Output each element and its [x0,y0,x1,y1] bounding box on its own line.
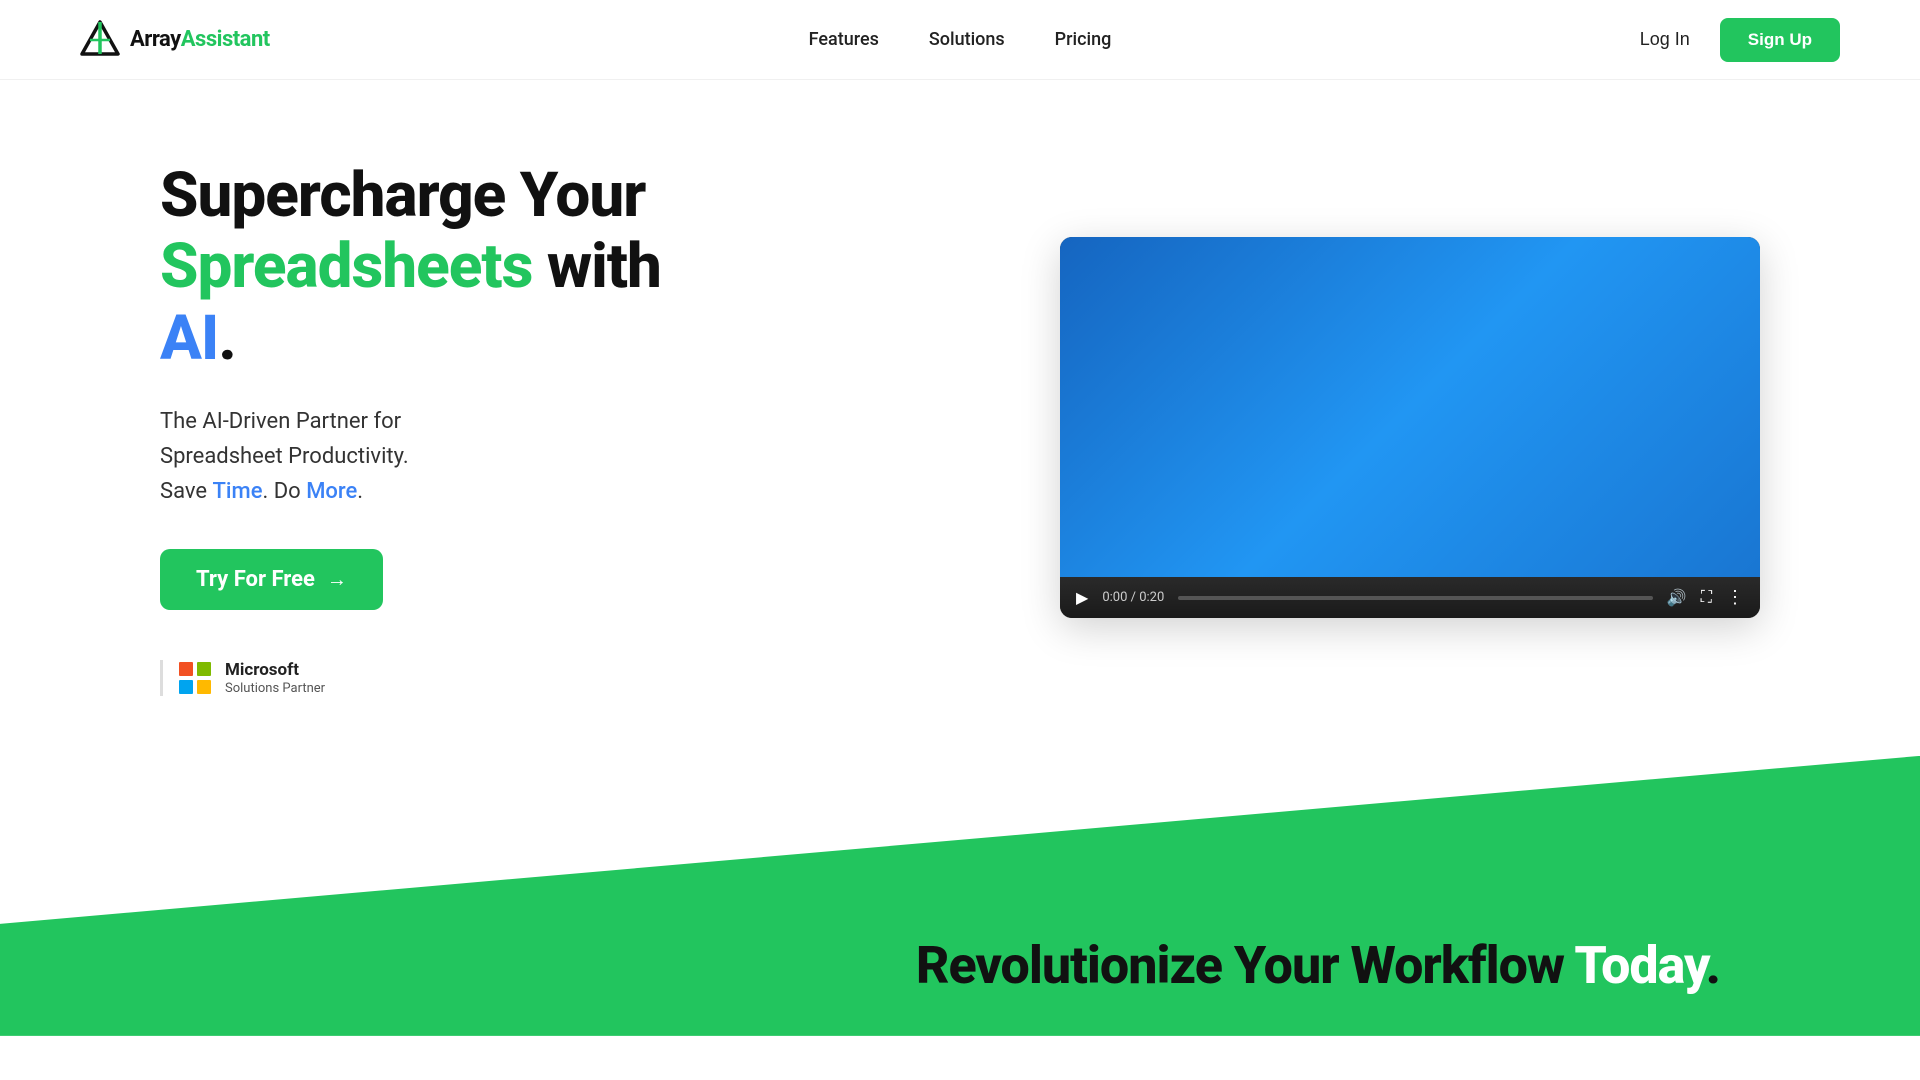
ms-green-square [197,662,211,676]
hero-subtitle: The AI-Driven Partner forSpreadsheet Pro… [160,404,740,510]
login-button[interactable]: Log In [1640,29,1690,50]
video-time: 0:00 / 0:20 [1102,590,1164,605]
hero-title: Supercharge Your Spreadsheets with AI. [160,160,740,374]
arrow-icon: → [327,567,347,592]
ms-blue-square [179,680,193,694]
play-button[interactable]: ▶ [1076,588,1088,608]
ms-name: Microsoft [225,660,325,680]
video-player[interactable]: ▶ 0:00 / 0:20 🔊 ⛶ ⋮ [1060,237,1760,618]
logo-icon [80,20,120,60]
time-link[interactable]: Time [213,479,263,504]
hero-section: Supercharge Your Spreadsheets with AI. T… [0,80,1920,756]
navbar: ArrayAssistant Features Solutions Pricin… [0,0,1920,80]
logo[interactable]: ArrayAssistant [80,20,270,60]
ms-red-square [179,662,193,676]
hero-left: Supercharge Your Spreadsheets with AI. T… [160,160,740,696]
signup-button[interactable]: Sign Up [1720,18,1840,62]
logo-text: ArrayAssistant [130,27,270,52]
hero-right: ▶ 0:00 / 0:20 🔊 ⛶ ⋮ [1060,237,1760,618]
fullscreen-button[interactable]: ⛶ [1701,589,1712,607]
ms-partner-text: Microsoft Solutions Partner [225,660,325,695]
nav-features[interactable]: Features [809,29,879,50]
more-options-button[interactable]: ⋮ [1726,587,1744,608]
ms-yellow-square [197,680,211,694]
video-controls: ▶ 0:00 / 0:20 🔊 ⛶ ⋮ [1060,577,1760,618]
nav-right: Log In Sign Up [1640,18,1840,62]
nav-links: Features Solutions Pricing [809,29,1112,50]
volume-button[interactable]: 🔊 [1667,588,1687,608]
nav-solutions[interactable]: Solutions [929,29,1005,50]
ms-partner: Microsoft Solutions Partner [160,660,740,695]
ms-partner-label: Solutions Partner [225,681,325,696]
video-screen [1060,237,1760,577]
nav-pricing[interactable]: Pricing [1055,29,1112,50]
progress-bar[interactable] [1178,596,1653,600]
ms-logo-icon [179,662,211,694]
more-link[interactable]: More [306,479,357,504]
try-for-free-button[interactable]: Try For Free → [160,549,383,610]
bottom-section: Revolutionize Your Workflow Today. [0,756,1920,1036]
bottom-text: Revolutionize Your Workflow Today. [916,935,1720,996]
